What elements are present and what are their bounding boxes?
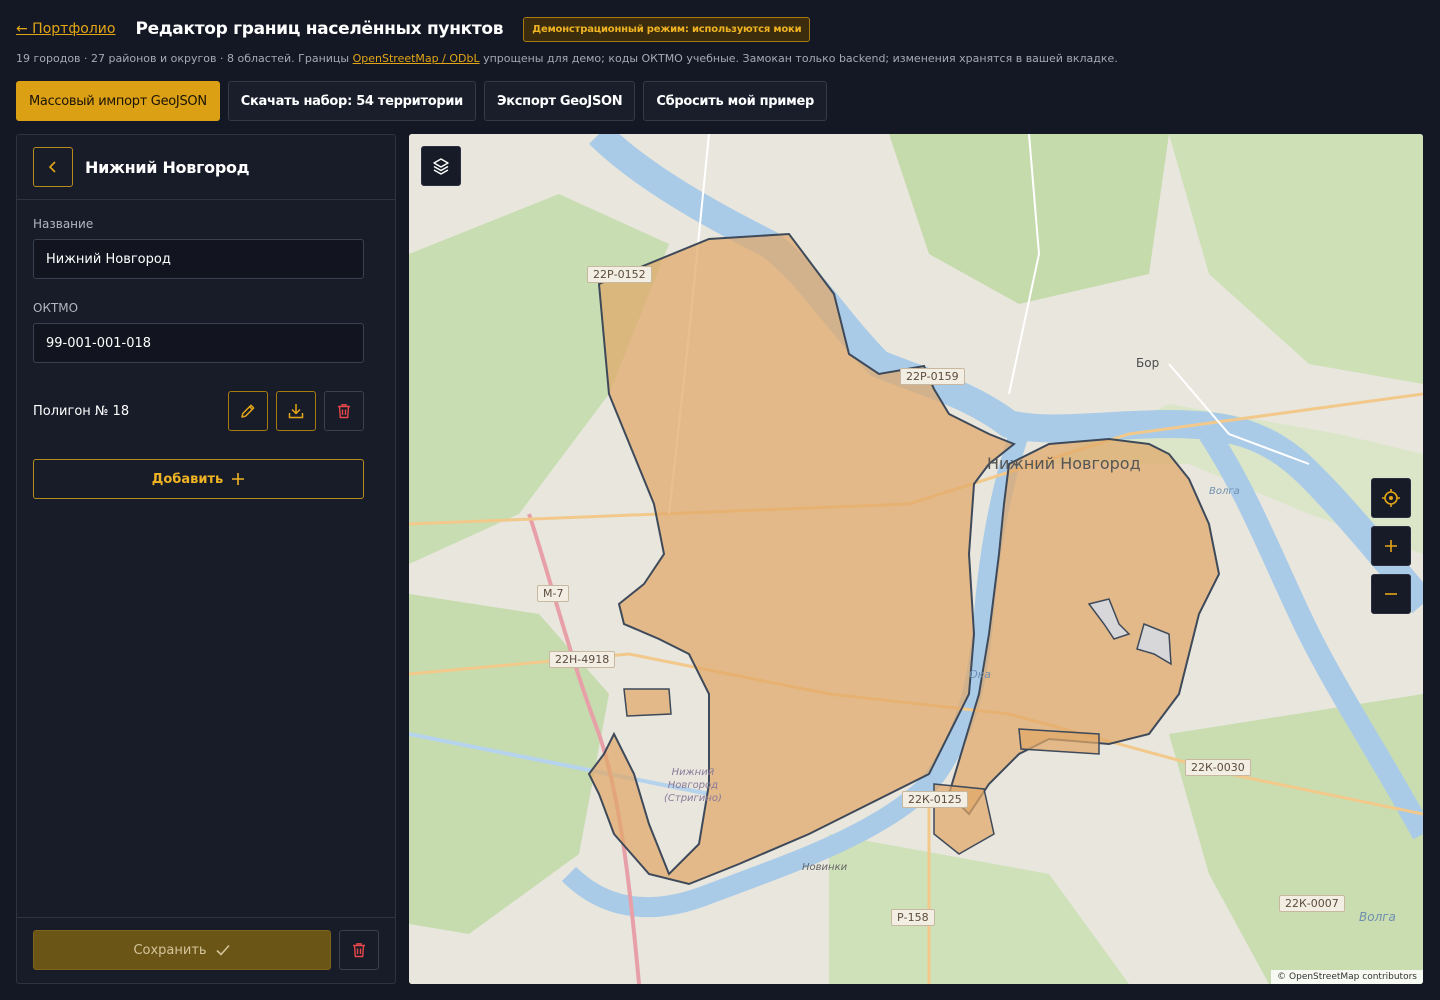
edit-polygon-button[interactable] (228, 391, 268, 431)
bulk-import-geojson-button[interactable]: Массовый импорт GeoJSON (16, 81, 220, 121)
layers-icon (433, 158, 449, 175)
airport-label: Нижний Новгород (Стригино) (664, 766, 722, 805)
map-base-layer (409, 134, 1423, 984)
zoom-in-button[interactable] (1371, 526, 1411, 566)
panel-header: Нижний Новгород (17, 135, 395, 200)
export-geojson-button[interactable]: Экспорт GeoJSON (483, 81, 636, 121)
zoom-out-button[interactable] (1371, 574, 1411, 614)
trash-icon (338, 404, 350, 419)
download-icon (288, 404, 304, 419)
summary-text-after: упрощены для демо; коды ОКТМО учебные. З… (479, 52, 1118, 65)
city-enclave (623, 688, 672, 717)
demo-mode-badge: Демонстрационный режим: используются мок… (523, 16, 811, 42)
map-view[interactable]: Нижний Новгород Бор Волга Волга Ока Нови… (409, 134, 1423, 984)
plus-icon (1385, 540, 1397, 552)
portfolio-back-link[interactable]: ← Портфолио (16, 21, 115, 37)
road-label: М-7 (537, 585, 570, 602)
reset-example-button[interactable]: Сбросить мой пример (643, 81, 827, 121)
chevron-left-icon (48, 161, 56, 173)
summary-text-before: 19 городов · 27 районов и округов · 8 об… (16, 52, 353, 65)
name-field-label: Название (33, 217, 94, 231)
plus-icon (232, 473, 245, 485)
map-attribution: © OpenStreetMap contributors (1271, 970, 1423, 984)
road-label: 22Р-0159 (900, 368, 965, 385)
oktmo-input[interactable] (33, 323, 364, 363)
download-dataset-button[interactable]: Скачать набор: 54 территории (227, 81, 476, 121)
locate-button[interactable] (1371, 478, 1411, 518)
polygon-label: Полигон № 18 (33, 403, 130, 419)
bor-label: Бор (1136, 356, 1160, 370)
oktmo-field-label: ОКТМО (33, 301, 79, 315)
road-label: Р-158 (891, 909, 935, 926)
layers-button[interactable] (421, 146, 461, 186)
panel-back-button[interactable] (33, 147, 73, 187)
novinki-label: Новинки (802, 862, 848, 873)
save-button[interactable]: Сохранить (33, 930, 331, 970)
panel-footer: Сохранить (17, 917, 395, 983)
dataset-summary: 19 городов · 27 районов и округов · 8 об… (16, 52, 1118, 65)
road-label: 22К-0125 (902, 791, 968, 808)
page-title: Редактор границ населённых пунктов (135, 19, 504, 39)
road-label: 22К-0030 (1185, 759, 1251, 776)
city-enclave (1018, 728, 1100, 755)
header: ← Портфолио Редактор границ населённых п… (16, 14, 811, 44)
trash-icon (353, 943, 365, 958)
pencil-icon (241, 404, 255, 418)
road-label: 22К-0007 (1279, 895, 1345, 912)
territory-editor-panel: Нижний Новгород Название ОКТМО Полигон №… (16, 134, 396, 984)
panel-title: Нижний Новгород (85, 157, 250, 177)
airport-label-line: Нижний (671, 767, 715, 778)
oka-label: Ока (969, 668, 992, 681)
delete-polygon-button[interactable] (324, 391, 364, 431)
road-label: 22Н-4918 (549, 651, 616, 668)
toolbar: Массовый импорт GeoJSON Скачать набор: 5… (16, 81, 827, 121)
download-polygon-button[interactable] (276, 391, 316, 431)
osm-license-link[interactable]: OpenStreetMap / ODbL (353, 52, 480, 65)
volga-label: Волга (1359, 910, 1396, 924)
minus-icon (1385, 593, 1397, 595)
add-button-label: Добавить (151, 471, 224, 487)
road-label: 22Р-0152 (587, 266, 652, 283)
check-icon (215, 944, 230, 956)
city-label: Нижний Новгород (987, 454, 1141, 473)
crosshair-icon (1382, 489, 1400, 507)
delete-territory-button[interactable] (339, 930, 379, 970)
polygon-row: Полигон № 18 (33, 391, 364, 431)
add-polygon-button[interactable]: Добавить (33, 459, 364, 499)
name-input[interactable] (33, 239, 364, 279)
save-button-label: Сохранить (133, 942, 207, 958)
airport-label-line: Новгород (667, 780, 719, 791)
airport-label-line: (Стригино) (664, 793, 722, 804)
volga-label: Волга (1209, 486, 1240, 497)
